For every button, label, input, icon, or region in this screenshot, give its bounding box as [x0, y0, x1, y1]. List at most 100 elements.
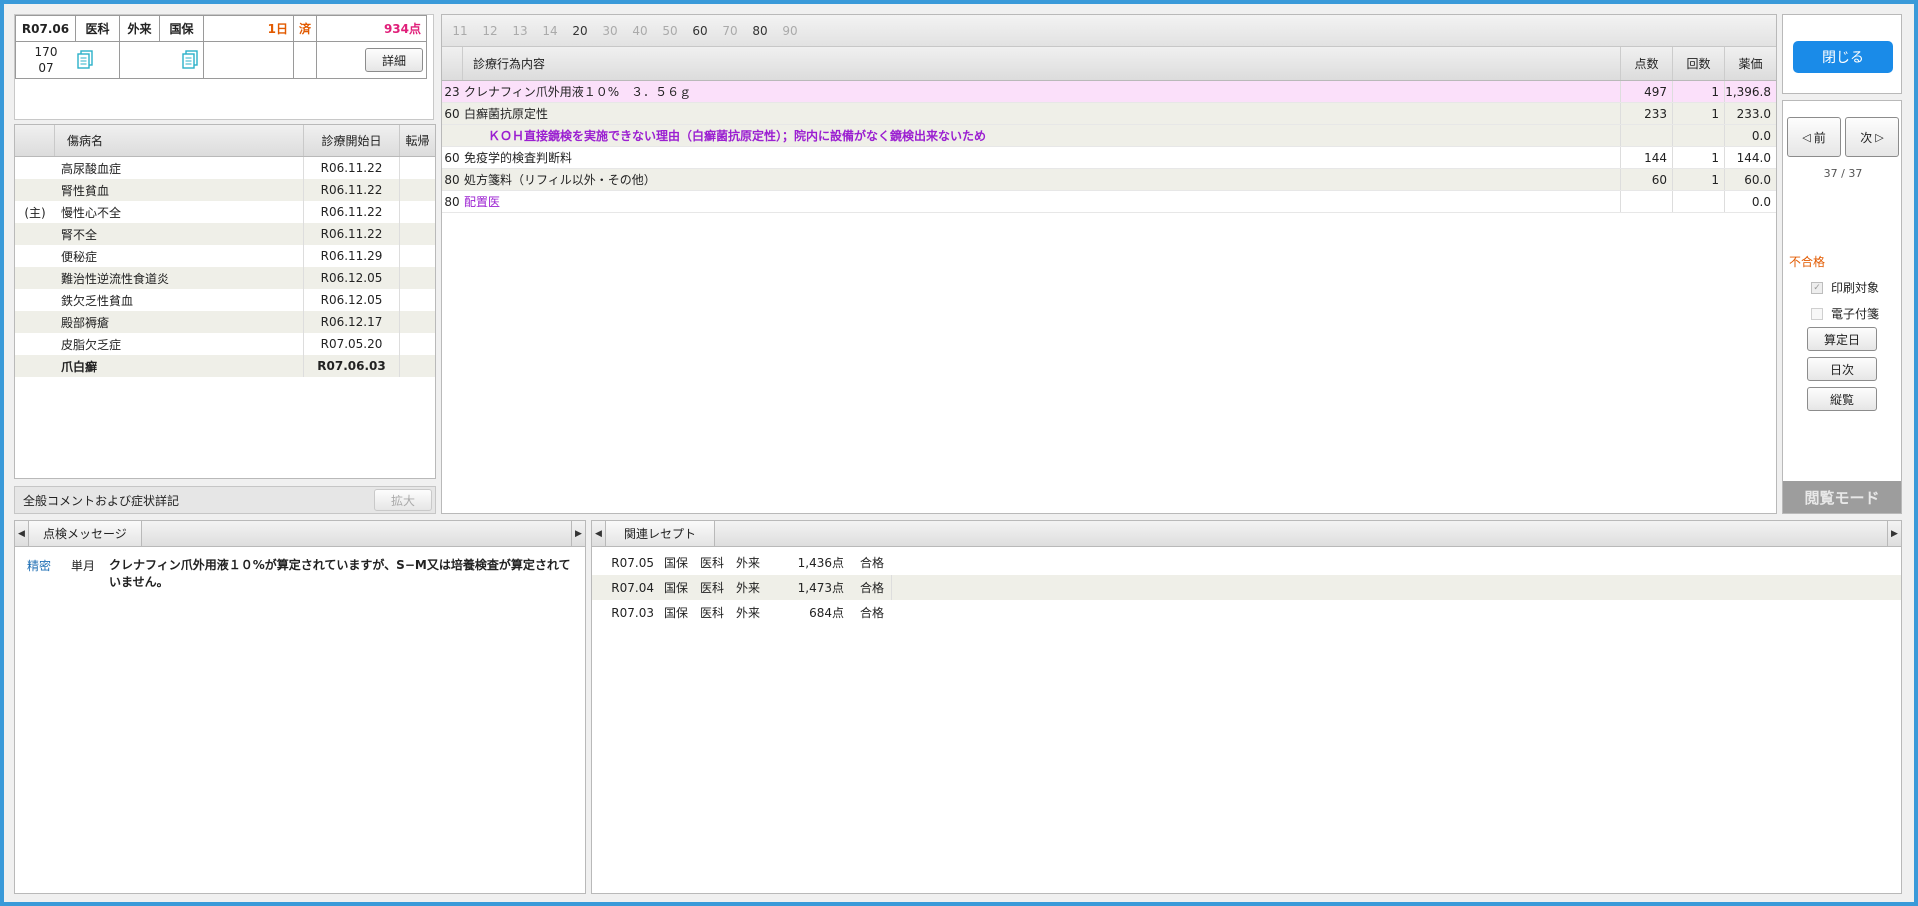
document-icon[interactable] — [76, 50, 94, 70]
disease-row[interactable]: 鉄欠乏性貧血 R06.12.05 — [15, 289, 435, 311]
disease-name: 殿部褥瘡 — [61, 315, 110, 330]
related-visit: 外来 — [735, 556, 760, 570]
disease-name: 腎性貧血 — [61, 183, 110, 198]
disease-start-date: R06.11.22 — [303, 223, 399, 245]
disease-row[interactable]: 高尿酸血症 R06.11.22 — [15, 157, 435, 179]
tab-scroll-left-icon[interactable]: ◀ — [15, 521, 29, 546]
treatment-row[interactable]: ＫＯＨ直接鏡検を実施できない理由（白癬菌抗原定性）；院内に設備がなく鏡検出来ない… — [442, 125, 1776, 147]
disease-outcome — [399, 179, 435, 201]
vertical-button[interactable]: 縦覧 — [1807, 387, 1877, 411]
treatment-price: 233.0 — [1724, 103, 1776, 124]
treatment-header: 診療行為内容 点数 回数 薬価 — [442, 47, 1776, 81]
record-counter: 37 / 37 — [1823, 167, 1863, 180]
treatment-count — [1672, 125, 1724, 146]
day-tab-40[interactable]: 40 — [625, 24, 655, 38]
disease-row[interactable]: 便秘症 R06.11.29 — [15, 245, 435, 267]
close-button[interactable]: 閉じる — [1793, 41, 1893, 73]
expand-button[interactable]: 拡大 — [374, 489, 432, 511]
day-tab-70[interactable]: 70 — [715, 24, 745, 38]
disease-prefix: (主) — [24, 205, 46, 220]
daily-button[interactable]: 日次 — [1807, 357, 1877, 381]
treatment-price: 1,396.8 — [1724, 81, 1776, 102]
day-tab-50[interactable]: 50 — [655, 24, 685, 38]
print-target-checkbox[interactable]: ✓ 印刷対象 — [1811, 279, 1879, 296]
disease-row[interactable]: 爪白癬 R07.06.03 — [15, 355, 435, 377]
receipt-date: R07.06 — [15, 15, 76, 42]
treatment-row[interactable]: 60 白癬菌抗原定性 233 1 233.0 — [442, 103, 1776, 125]
col-price: 薬価 — [1724, 47, 1776, 80]
disease-start-date: R06.12.05 — [303, 289, 399, 311]
disease-row[interactable]: 殿部褥瘡 R06.12.17 — [15, 311, 435, 333]
next-button[interactable]: 次 ▷ — [1845, 117, 1899, 157]
document-icon[interactable] — [181, 50, 199, 70]
related-row[interactable]: R07.03 国保 医科 外来 684点 合格 — [592, 600, 1901, 625]
tab-scroll-right-icon[interactable]: ▶ — [571, 521, 585, 546]
day-tab-20[interactable]: 20 — [565, 24, 595, 38]
disease-list-panel: 傷病名 診療開始日 転帰 高尿酸血症 R06.11.22 腎性貧血 R06.11.22… — [14, 124, 436, 479]
receipt-detail-cell: 詳細 — [316, 41, 427, 79]
message-list: 精密 単月 クレナフィン爪外用液１０%が算定されていますが、S−M又は培養検査が算定… — [15, 547, 585, 595]
treatment-points — [1620, 191, 1672, 212]
disease-name: 難治性逆流性食道炎 — [61, 271, 170, 286]
related-result: 合格 — [859, 606, 884, 620]
day-tab-30[interactable]: 30 — [595, 24, 625, 38]
treatment-price: 0.0 — [1724, 191, 1776, 212]
col-treatment: 診療行為内容 — [462, 47, 1620, 80]
tab-scroll-right-icon[interactable]: ▶ — [1887, 521, 1901, 546]
treatment-row[interactable]: 60 免疫学的検査判断料 144 1 144.0 — [442, 147, 1776, 169]
disease-row[interactable]: 腎不全 R06.11.22 — [15, 223, 435, 245]
day-tab-11[interactable]: 11 — [445, 24, 475, 38]
col-count: 回数 — [1672, 47, 1724, 80]
treatment-row[interactable]: 23 クレナフィン爪外用液１０% ３．５６ｇ 497 1 1,396.8 — [442, 81, 1776, 103]
day-tab-90[interactable]: 90 — [775, 24, 805, 38]
disease-outcome — [399, 201, 435, 223]
disease-name: 高尿酸血症 — [61, 161, 122, 176]
receipt-status: 済 — [292, 15, 318, 42]
treatment-code: 60 — [444, 106, 460, 121]
row-divider — [884, 575, 892, 600]
treatment-row[interactable]: 80 処方箋料（リフィル以外・その他） 60 1 60.0 — [442, 169, 1776, 191]
disease-outcome — [399, 267, 435, 289]
tab-check-messages[interactable]: 点検メッセージ — [29, 521, 142, 546]
day-tab-60[interactable]: 60 — [685, 24, 715, 38]
disease-row[interactable]: 難治性逆流性食道炎 R06.12.05 — [15, 267, 435, 289]
sticky-note-checkbox[interactable]: 電子付箋 — [1811, 305, 1879, 322]
prev-label: 前 — [1813, 130, 1826, 145]
related-ins: 国保 — [663, 581, 688, 595]
message-item[interactable]: 精密 単月 クレナフィン爪外用液１０%が算定されていますが、S−M又は培養検査が算定… — [15, 553, 585, 595]
disease-outcome — [399, 157, 435, 179]
detail-button[interactable]: 詳細 — [365, 48, 423, 72]
prev-button[interactable]: ◁ 前 — [1787, 117, 1841, 157]
disease-start-date: R06.11.29 — [303, 245, 399, 267]
related-ins: 国保 — [663, 556, 688, 570]
disease-row[interactable]: 腎性貧血 R06.11.22 — [15, 179, 435, 201]
day-tab-12[interactable]: 12 — [475, 24, 505, 38]
disease-start-date: R06.11.22 — [303, 201, 399, 223]
treatment-row[interactable]: 80 配置医 0.0 — [442, 191, 1776, 213]
related-dept: 医科 — [699, 556, 724, 570]
related-points: 684点 — [809, 606, 844, 620]
related-dept: 医科 — [699, 581, 724, 595]
calc-day-button[interactable]: 算定日 — [1807, 327, 1877, 351]
disease-row[interactable]: 皮脂欠乏症 R07.05.20 — [15, 333, 435, 355]
treatment-points: 233 — [1620, 103, 1672, 124]
related-row[interactable]: R07.04 国保 医科 外来 1,473点 合格 — [592, 575, 1901, 600]
related-row[interactable]: R07.05 国保 医科 外来 1,436点 合格 — [592, 550, 1901, 575]
treatment-content: クレナフィン爪外用液１０% ３．５６ｇ — [464, 85, 692, 99]
day-tab-14[interactable]: 14 — [535, 24, 565, 38]
tab-scroll-left-icon[interactable]: ◀ — [592, 521, 606, 546]
receipt-insurance: 国保 — [159, 15, 204, 42]
disease-row[interactable]: (主) 慢性心不全 R06.11.22 — [15, 201, 435, 223]
treatment-rows: 23 クレナフィン爪外用液１０% ３．５６ｇ 497 1 1,396.8 60 白癬菌抗原定… — [442, 81, 1776, 213]
message-panel: ◀ 点検メッセージ ▶ 精密 単月 クレナフィン爪外用液１０%が算定されていますが、… — [14, 520, 586, 894]
receipt-points: 934点 — [316, 15, 427, 42]
message-type: 精密 — [27, 559, 52, 573]
day-tab-80[interactable]: 80 — [745, 24, 775, 38]
treatment-count — [1672, 191, 1724, 212]
receipt-doc-cell — [119, 41, 204, 79]
disease-rows: 高尿酸血症 R06.11.22 腎性貧血 R06.11.22 (主) 慢性心不全 R06.1… — [15, 157, 435, 377]
treatment-count: 1 — [1672, 169, 1724, 190]
day-tab-13[interactable]: 13 — [505, 24, 535, 38]
tab-related-receipts[interactable]: 関連レセプト — [606, 521, 716, 546]
disease-start-date: R07.06.03 — [303, 355, 399, 377]
